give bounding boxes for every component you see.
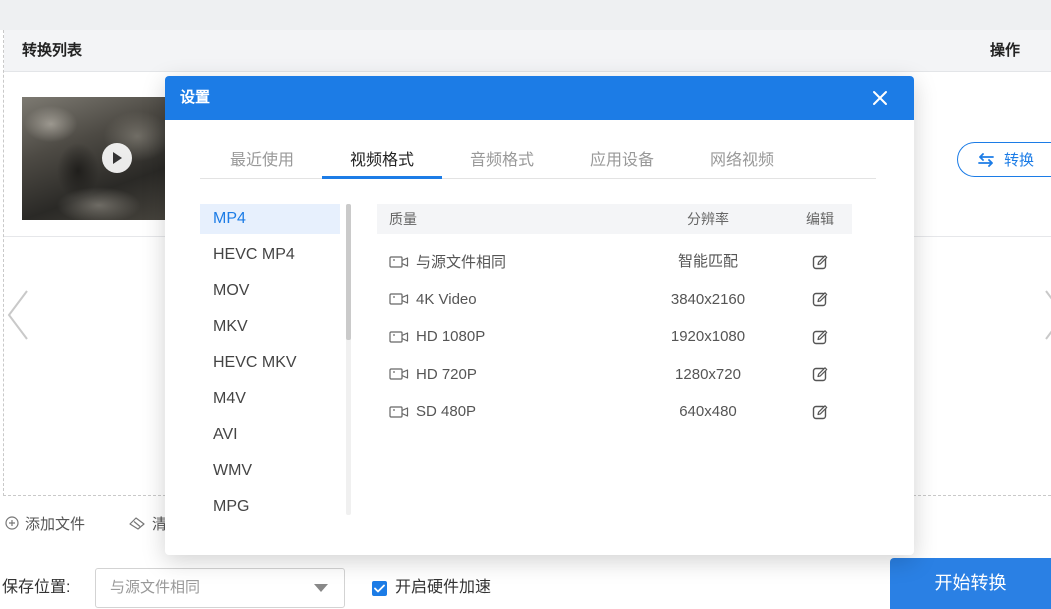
video-camera-icon	[389, 292, 409, 306]
tab-audio-format[interactable]: 音频格式	[442, 145, 562, 179]
column-header-resolution: 分辨率	[687, 211, 729, 227]
resolution-cell: 1280x720	[675, 365, 741, 383]
scrollbar-thumb[interactable]	[346, 204, 351, 340]
save-location-label: 保存位置:	[2, 579, 71, 596]
tab-devices[interactable]: 应用设备	[562, 145, 682, 179]
settings-dialog: 设置 最近使用 视频格式 音频格式 应用设备 网络视频 MP4 HEVC MP4…	[165, 76, 914, 555]
format-list-scrollbar[interactable]	[346, 204, 351, 515]
list-title: 转换列表	[22, 42, 83, 59]
format-item-avi[interactable]: AVI	[200, 420, 340, 450]
quality-cell: SD 480P	[389, 393, 476, 431]
format-item-mp4[interactable]: MP4	[200, 204, 340, 234]
format-item-hevc-mkv[interactable]: HEVC MKV	[200, 348, 340, 378]
plus-circle-icon	[5, 516, 19, 530]
add-file-label: 添加文件	[25, 515, 86, 533]
tab-recent[interactable]: 最近使用	[202, 145, 322, 179]
column-header-quality: 质量	[389, 211, 417, 227]
tab-video-format[interactable]: 视频格式	[322, 145, 442, 179]
quality-cell: 4K Video	[389, 281, 477, 319]
table-row[interactable]: HD 720P 1280x720	[377, 356, 852, 394]
video-thumbnail[interactable]	[22, 97, 182, 220]
resolution-cell: 3840x2160	[670, 290, 746, 308]
table-row[interactable]: HD 1080P 1920x1080	[377, 318, 852, 356]
quality-label: 4K Video	[416, 290, 477, 308]
edit-icon[interactable]	[788, 281, 852, 319]
presets-table: 质量 分辨率 编辑 与源文件相同 智能匹配 4K Video 3840x2160	[377, 204, 852, 434]
clear-list-button[interactable]: 清	[128, 513, 167, 533]
dialog-title: 设置	[180, 89, 211, 106]
quality-label: HD 1080P	[416, 328, 486, 346]
quality-label: HD 720P	[416, 365, 477, 383]
quality-cell: HD 720P	[389, 356, 477, 394]
save-location-value: 与源文件相同	[110, 579, 201, 596]
format-item-m4v[interactable]: M4V	[200, 384, 340, 414]
video-camera-icon	[389, 405, 409, 419]
edit-icon[interactable]	[788, 356, 852, 394]
dialog-header: 设置	[165, 76, 914, 120]
caret-down-icon[interactable]	[314, 584, 328, 592]
convert-button-label: 转换	[1004, 152, 1035, 169]
add-file-button[interactable]: 添加文件	[5, 513, 85, 533]
format-item-wmv[interactable]: WMV	[200, 456, 340, 486]
tab-web-video[interactable]: 网络视频	[682, 145, 802, 179]
chevron-left-icon[interactable]	[5, 289, 31, 341]
video-camera-icon	[389, 367, 409, 381]
format-tabs: 最近使用 视频格式 音频格式 应用设备 网络视频	[202, 145, 802, 179]
edit-icon[interactable]	[788, 243, 852, 281]
actions-column-header: 操作	[990, 42, 1021, 59]
quality-label: 与源文件相同	[416, 254, 507, 272]
play-icon[interactable]	[102, 143, 132, 173]
column-header-edit: 编辑	[806, 211, 834, 227]
resolution-cell: 智能匹配	[677, 253, 738, 270]
top-strip	[0, 0, 1051, 30]
quality-label: SD 480P	[416, 403, 477, 421]
close-icon[interactable]	[869, 87, 891, 109]
hardware-acceleration-label[interactable]: 开启硬件加速	[395, 578, 491, 598]
convert-button[interactable]: 转换	[957, 142, 1051, 177]
table-row[interactable]: SD 480P 640x480	[377, 393, 852, 431]
table-row[interactable]: 4K Video 3840x2160	[377, 281, 852, 319]
chevron-right-icon[interactable]	[1042, 289, 1051, 341]
start-conversion-button[interactable]: 开始转换	[890, 558, 1051, 609]
resolution-cell: 1920x1080	[670, 328, 746, 345]
list-header: 转换列表 操作	[4, 30, 1051, 72]
quality-cell: 与源文件相同	[389, 243, 506, 281]
table-header: 质量 分辨率 编辑	[377, 204, 852, 234]
format-item-mpg[interactable]: MPG	[200, 492, 340, 518]
eraser-icon	[128, 516, 146, 530]
hardware-acceleration-checkbox[interactable]	[372, 581, 387, 596]
format-item-hevc-mp4[interactable]: HEVC MP4	[200, 240, 340, 270]
format-item-mov[interactable]: MOV	[200, 276, 340, 306]
quality-cell: HD 1080P	[389, 318, 485, 356]
format-list: MP4 HEVC MP4 MOV MKV HEVC MKV M4V AVI WM…	[200, 204, 340, 518]
swap-icon	[977, 152, 995, 167]
video-camera-icon	[389, 255, 409, 269]
edit-icon[interactable]	[788, 393, 852, 431]
edit-icon[interactable]	[788, 318, 852, 356]
format-item-mkv[interactable]: MKV	[200, 312, 340, 342]
video-camera-icon	[389, 330, 409, 344]
table-body: 与源文件相同 智能匹配 4K Video 3840x2160 HD 1080P …	[377, 243, 852, 431]
resolution-cell: 640x480	[679, 403, 737, 420]
table-row[interactable]: 与源文件相同 智能匹配	[377, 243, 852, 281]
save-location-select[interactable]: 与源文件相同	[95, 568, 345, 608]
